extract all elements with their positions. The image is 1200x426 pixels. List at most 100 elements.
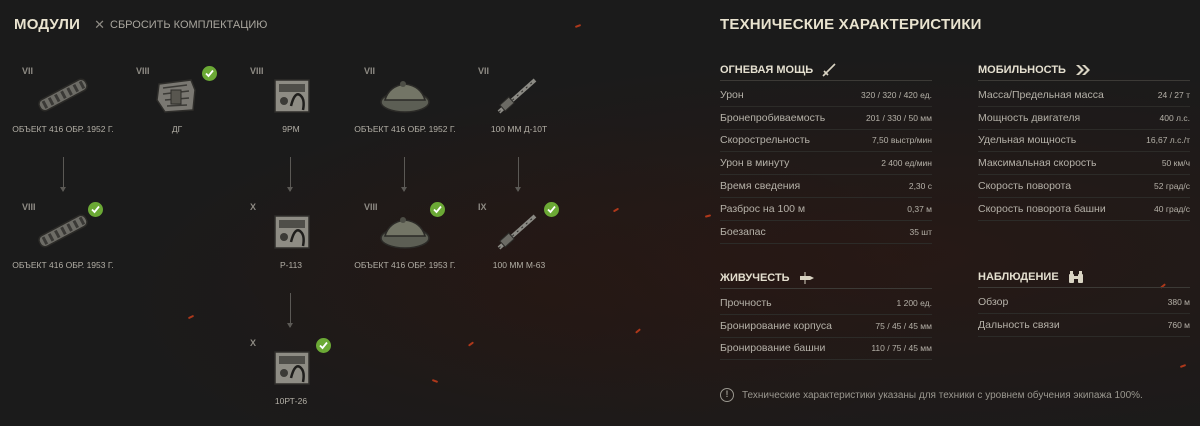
module-radio-3[interactable]: X 10РТ-26 bbox=[236, 338, 346, 407]
spec-value: 52 град/с bbox=[1154, 181, 1190, 192]
spec-row-view-range: Обзор 380 м bbox=[978, 291, 1190, 314]
spec-row-penetration: Бронепробиваемость 201 / 330 / 50 мм bbox=[720, 107, 932, 130]
note-text: Технические характеристики указаны для т… bbox=[742, 389, 1143, 401]
modules-header: МОДУЛИ ✕ СБРОСИТЬ КОМПЛЕКТАЦИЮ bbox=[14, 16, 267, 33]
module-name: 100 ММ М-63 bbox=[492, 260, 546, 270]
module-engine[interactable]: VIII ДГ bbox=[122, 66, 232, 135]
installed-check-icon bbox=[88, 202, 103, 217]
spec-row-dispersion: Разброс на 100 м 0,37 м bbox=[720, 198, 932, 221]
spark-decoration bbox=[187, 314, 195, 320]
module-tier: VII bbox=[364, 66, 376, 76]
firepower-title: ОГНЕВАЯ МОЩЬ bbox=[720, 63, 814, 76]
spec-value: 400 л.с. bbox=[1159, 112, 1190, 123]
spark-decoration bbox=[574, 24, 582, 28]
spec-label: Время сведения bbox=[720, 180, 801, 193]
spec-row-power-ratio: Удельная мощность 16,67 л.с./т bbox=[978, 130, 1190, 153]
modules-title: МОДУЛИ bbox=[14, 16, 81, 33]
module-tier: VII bbox=[478, 66, 490, 76]
spec-row-engine-power: Мощность двигателя 400 л.с. bbox=[978, 107, 1190, 130]
module-name: ОБЪЕКТ 416 ОБР. 1952 Г. bbox=[12, 124, 114, 134]
binoculars-icon bbox=[1068, 270, 1083, 283]
module-name: 9РМ bbox=[282, 124, 300, 134]
spark-decoration bbox=[704, 214, 712, 218]
spec-value: 24 / 27 т bbox=[1157, 89, 1190, 100]
module-gun-1[interactable]: VII 100 ММ Д-10Т bbox=[464, 66, 574, 135]
module-turret-1[interactable]: VII ОБЪЕКТ 416 ОБР. 1952 Г. bbox=[350, 66, 460, 135]
spec-label: Урон в минуту bbox=[720, 157, 790, 170]
sword-icon bbox=[822, 62, 836, 77]
module-name: ОБЪЕКТ 416 ОБР. 1952 Г. bbox=[354, 124, 456, 134]
spark-decoration bbox=[612, 207, 620, 213]
installed-check-icon bbox=[544, 202, 559, 217]
spec-label: Бронирование башни bbox=[720, 342, 826, 355]
tracks-icon bbox=[33, 72, 93, 118]
module-name: ДГ bbox=[171, 124, 183, 134]
spec-value: 2,30 с bbox=[908, 181, 932, 192]
gun-icon bbox=[489, 72, 549, 118]
spec-label: Скорость поворота башни bbox=[978, 202, 1106, 215]
spec-value: 1 200 ед. bbox=[896, 297, 933, 308]
gun-icon bbox=[489, 202, 559, 254]
spec-value: 50 км/ч bbox=[1161, 158, 1190, 169]
spec-value: 320 / 320 / 420 ед. bbox=[861, 89, 932, 100]
spec-row-signal-range: Дальность связи 760 м bbox=[978, 314, 1190, 337]
module-radio-1[interactable]: VIII 9РМ bbox=[236, 66, 346, 135]
spark-decoration bbox=[635, 328, 641, 334]
installed-check-icon bbox=[316, 338, 331, 353]
spark-decoration bbox=[1179, 364, 1187, 368]
spec-value: 110 / 75 / 45 мм bbox=[871, 343, 932, 354]
observation-title: НАБЛЮДЕНИЕ bbox=[978, 270, 1059, 283]
upgrade-arrow bbox=[287, 293, 293, 328]
spec-value: 2 400 ед/мин bbox=[881, 158, 932, 169]
spec-label: Бронирование корпуса bbox=[720, 319, 832, 332]
spec-label: Обзор bbox=[978, 295, 1009, 308]
spec-row-damage: Урон 320 / 320 / 420 ед. bbox=[720, 84, 932, 107]
turret-icon bbox=[375, 202, 445, 254]
spec-label: Дальность связи bbox=[978, 318, 1060, 331]
spec-value: 16,67 л.с./т bbox=[1146, 135, 1190, 146]
firepower-header: ОГНЕВАЯ МОЩЬ bbox=[720, 62, 932, 81]
observation-section: НАБЛЮДЕНИЕ Обзор 380 м Дальность связи 760… bbox=[978, 270, 1190, 337]
module-radio-2[interactable]: X Р-113 bbox=[236, 202, 346, 271]
reset-configuration-button[interactable]: ✕ СБРОСИТЬ КОМПЛЕКТАЦИЮ bbox=[94, 17, 267, 33]
spec-row-aim-time: Время сведения 2,30 с bbox=[720, 175, 932, 198]
spec-label: Скорострельность bbox=[720, 134, 810, 147]
spec-label: Мощность двигателя bbox=[978, 111, 1081, 124]
spec-value: 380 м bbox=[1167, 296, 1190, 307]
engine-icon bbox=[147, 66, 217, 118]
spec-label: Максимальная скорость bbox=[978, 157, 1097, 170]
module-name: 10РТ-26 bbox=[274, 396, 308, 406]
module-name: Р-113 bbox=[279, 260, 303, 270]
spec-label: Боезапас bbox=[720, 225, 766, 238]
installed-check-icon bbox=[430, 202, 445, 217]
upgrade-arrow bbox=[287, 157, 293, 192]
radio-icon bbox=[261, 208, 321, 254]
spec-row-dpm: Урон в минуту 2 400 ед/мин bbox=[720, 152, 932, 176]
double-chevron-icon bbox=[1075, 64, 1090, 75]
spec-row-weight: Масса/Предельная масса 24 / 27 т bbox=[978, 84, 1190, 107]
radio-icon bbox=[261, 72, 321, 118]
spec-label: Скорость поворота bbox=[978, 180, 1072, 193]
tracks-icon bbox=[33, 202, 103, 254]
module-name: ОБЪЕКТ 416 ОБР. 1953 Г. bbox=[12, 260, 114, 270]
module-tracks-2[interactable]: VIII ОБЪЕКТ 416 ОБР. 1953 Г. bbox=[8, 202, 118, 271]
close-icon: ✕ bbox=[94, 16, 106, 32]
module-name: 100 ММ Д-10Т bbox=[490, 124, 548, 134]
observation-header: НАБЛЮДЕНИЕ bbox=[978, 270, 1190, 288]
spec-row-turret-armor: Бронирование башни 110 / 75 / 45 мм bbox=[720, 338, 932, 361]
spec-value: 40 град/с bbox=[1154, 203, 1190, 214]
shell-icon bbox=[799, 271, 814, 284]
spec-label: Прочность bbox=[720, 296, 772, 309]
module-name: ОБЪЕКТ 416 ОБР. 1953 Г. bbox=[354, 260, 456, 270]
module-tracks-1[interactable]: VII ОБЪЕКТ 416 ОБР. 1952 Г. bbox=[8, 66, 118, 135]
spec-row-turret-traverse: Скорость поворота башни 40 град/с bbox=[978, 198, 1190, 221]
module-turret-2[interactable]: VIII ОБЪЕКТ 416 ОБР. 1953 Г. bbox=[350, 202, 460, 271]
module-gun-2[interactable]: IX 100 ММ М-63 bbox=[464, 202, 574, 271]
spec-value: 760 м bbox=[1167, 319, 1190, 330]
module-tier: X bbox=[250, 338, 257, 348]
crew-training-note: ! Технические характеристики указаны для… bbox=[720, 388, 1143, 402]
radio-icon bbox=[261, 338, 331, 390]
spec-row-ammo: Боезапас 35 шт bbox=[720, 221, 932, 244]
info-icon: ! bbox=[720, 388, 734, 402]
survivability-section: ЖИВУЧЕСТЬ Прочность 1 200 ед. Бронировани… bbox=[720, 271, 933, 361]
